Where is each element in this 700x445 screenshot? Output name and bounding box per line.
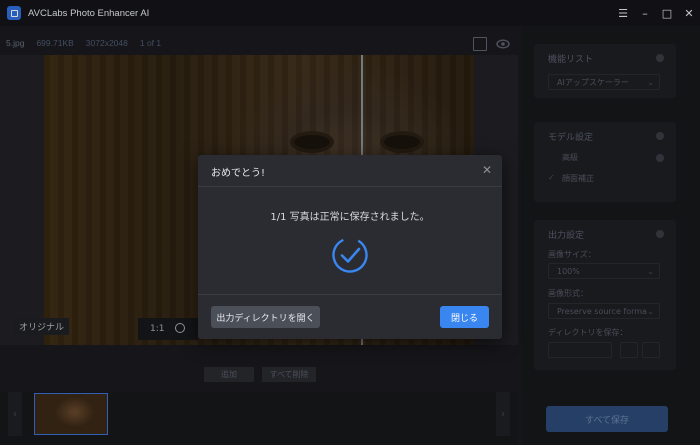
dialog-title: おめでとう!: [211, 168, 266, 179]
divider: [198, 294, 502, 295]
check-circle-icon: [332, 237, 368, 273]
success-dialog: おめでとう! ✕ 1/1 写真は正常に保存されました。 出力ディレクトリを開く …: [198, 155, 502, 339]
dialog-close-button[interactable]: 閉じる: [440, 306, 489, 328]
dialog-header: おめでとう! ✕: [198, 155, 502, 187]
close-icon[interactable]: ✕: [480, 163, 494, 177]
open-output-directory-button[interactable]: 出力ディレクトリを開く: [211, 306, 320, 328]
dialog-message: 1/1 写真は正常に保存されました。: [270, 212, 430, 223]
